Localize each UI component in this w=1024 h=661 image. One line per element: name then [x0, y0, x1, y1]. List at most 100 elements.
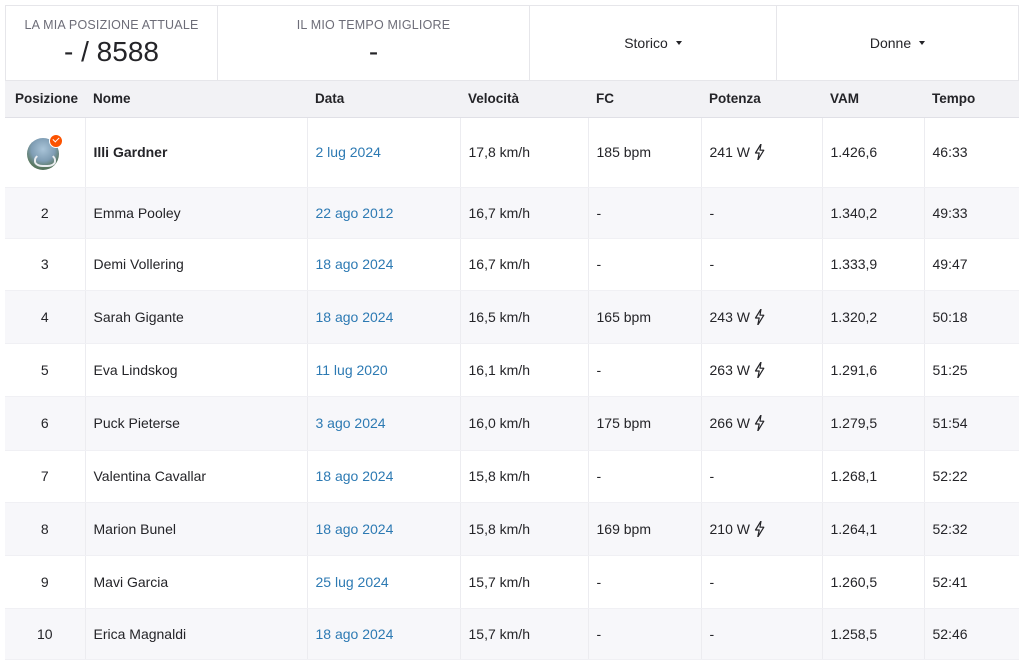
power-value: 241 W [709, 144, 750, 160]
athlete-name[interactable]: Valentina Cavallar [85, 450, 308, 503]
table-row: 5 Eva Lindskog 11 lug 2020 16,1 km/h -263 W 1… [5, 343, 1019, 397]
heart-rate-cell: - [588, 608, 702, 660]
activity-date-link[interactable]: 18 ago 2024 [316, 468, 394, 484]
time-cell: 52:22 [924, 450, 1019, 503]
speed-cell: 15,7 km/h [460, 555, 589, 609]
power-cell: 243 W [701, 290, 823, 344]
vam-cell: 1.264,1 [822, 502, 925, 556]
athlete-name[interactable]: Erica Magnaldi [85, 608, 308, 660]
date-cell: 2 lug 2024 [307, 117, 461, 188]
power-cell: - [701, 555, 823, 609]
check-badge-icon [48, 134, 63, 148]
athlete-name[interactable]: Illi Gardner [85, 117, 308, 188]
vam-cell: 1.333,9 [822, 238, 925, 291]
vam-cell: 1.279,5 [822, 396, 925, 451]
date-cell: 18 ago 2024 [307, 450, 461, 503]
power-value: 266 W [709, 415, 750, 431]
column-header-position[interactable]: Posizione [5, 81, 85, 118]
period-filter-dropdown[interactable]: Storico [530, 6, 776, 80]
time-cell: 51:25 [924, 343, 1019, 397]
athlete-name[interactable]: Mavi Garcia [85, 555, 308, 609]
speed-cell: 15,8 km/h [460, 502, 589, 556]
date-cell: 3 ago 2024 [307, 396, 461, 451]
heart-rate-cell: - [588, 187, 702, 239]
best-time-value: - [368, 36, 379, 67]
gender-filter-cell: Donne [777, 6, 1018, 80]
column-header-power[interactable]: Potenza [701, 81, 822, 118]
date-cell: 18 ago 2024 [307, 608, 461, 660]
vam-cell: 1.340,2 [822, 187, 925, 239]
heart-rate-cell: 175 bpm [588, 396, 702, 451]
heart-rate-cell: - [588, 450, 702, 503]
lightning-bolt-icon [750, 144, 765, 160]
activity-date-link[interactable]: 11 lug 2020 [316, 362, 388, 378]
time-cell: 52:32 [924, 502, 1019, 556]
date-cell: 25 lug 2024 [307, 555, 461, 609]
table-row: 8 Marion Bunel 18 ago 2024 15,8 km/h 169 bpm… [5, 502, 1019, 556]
rank-cell: 4 [5, 290, 86, 344]
caret-down-icon [919, 41, 926, 45]
activity-date-link[interactable]: 3 ago 2024 [316, 415, 386, 431]
rank-cell: 6 [5, 396, 86, 451]
my-position-label: LA MIA POSIZIONE ATTUALE [24, 18, 199, 32]
period-filter-label: Storico [624, 35, 668, 51]
column-header-vam[interactable]: VAM [822, 81, 924, 118]
power-value: 263 W [709, 361, 750, 378]
table-row: 10 Erica Magnaldi 18 ago 2024 15,7 km/h - -1.… [5, 608, 1019, 660]
power-cell: - [701, 450, 823, 503]
athlete-name[interactable]: Emma Pooley [85, 187, 308, 239]
athlete-name[interactable]: Demi Vollering [85, 238, 308, 291]
leaderboard-summary-bar: LA MIA POSIZIONE ATTUALE - / 8588 IL MIO… [5, 5, 1019, 81]
lightning-bolt-icon [750, 520, 765, 537]
activity-date-link[interactable]: 18 ago 2024 [316, 626, 394, 642]
activity-date-link[interactable]: 18 ago 2024 [316, 256, 394, 272]
rank-cell: 5 [5, 343, 86, 397]
heart-rate-cell: - [588, 238, 702, 291]
power-cell: - [701, 238, 823, 291]
speed-cell: 16,1 km/h [460, 343, 589, 397]
caret-down-icon [675, 41, 682, 45]
athlete-name[interactable]: Marion Bunel [85, 502, 308, 556]
column-header-name[interactable]: Nome [85, 81, 307, 118]
heart-rate-cell: - [588, 555, 702, 609]
power-value: 243 W [709, 308, 750, 325]
segment-leaderboard: LA MIA POSIZIONE ATTUALE - / 8588 IL MIO… [0, 0, 1024, 661]
heart-rate-cell: 165 bpm [588, 290, 702, 344]
column-header-time[interactable]: Tempo [924, 81, 1019, 118]
date-cell: 18 ago 2024 [307, 238, 461, 291]
activity-date-link[interactable]: 18 ago 2024 [316, 309, 394, 325]
table-row: 9 Mavi Garcia 25 lug 2024 15,7 km/h - -1.260,… [5, 555, 1019, 609]
column-header-heart-rate[interactable]: FC [588, 81, 701, 118]
activity-date-link[interactable]: 18 ago 2024 [316, 521, 394, 537]
athlete-name[interactable]: Sarah Gigante [85, 290, 308, 344]
column-header-date[interactable]: Data [307, 81, 460, 118]
vam-cell: 1.320,2 [822, 290, 925, 344]
leaderboard-rows: Illi Gardner 2 lug 2024 17,8 km/h 185 bpm 24… [5, 117, 1019, 660]
time-cell: 50:18 [924, 290, 1019, 344]
vam-cell: 1.291,6 [822, 343, 925, 397]
time-cell: 49:47 [924, 238, 1019, 291]
rank-cell [5, 117, 86, 188]
vam-cell: 1.426,6 [822, 117, 925, 188]
date-cell: 11 lug 2020 [307, 343, 461, 397]
activity-date-link[interactable]: 22 ago 2012 [316, 205, 394, 221]
athlete-name[interactable]: Eva Lindskog [85, 343, 308, 397]
speed-cell: 16,5 km/h [460, 290, 589, 344]
my-position-stat: LA MIA POSIZIONE ATTUALE - / 8588 [6, 6, 218, 80]
rank-cell: 3 [5, 238, 86, 291]
activity-date-link[interactable]: 2 lug 2024 [316, 144, 381, 160]
gender-filter-dropdown[interactable]: Donne [777, 6, 1018, 80]
column-header-speed[interactable]: Velocità [460, 81, 588, 118]
date-cell: 18 ago 2024 [307, 290, 461, 344]
my-position-value: - / 8588 [64, 36, 159, 67]
athlete-name[interactable]: Puck Pieterse [85, 396, 308, 451]
crown-holder-avatar[interactable] [26, 134, 63, 170]
speed-cell: 15,7 km/h [460, 608, 589, 660]
power-value: 210 W [709, 520, 750, 537]
vam-cell: 1.268,1 [822, 450, 925, 503]
best-time-stat: IL MIO TEMPO MIGLIORE - [218, 6, 530, 80]
activity-date-link[interactable]: 25 lug 2024 [316, 574, 389, 590]
heart-rate-cell: 169 bpm [588, 502, 702, 556]
power-cell: 210 W [701, 502, 823, 556]
power-cell: 241 W [701, 117, 823, 188]
